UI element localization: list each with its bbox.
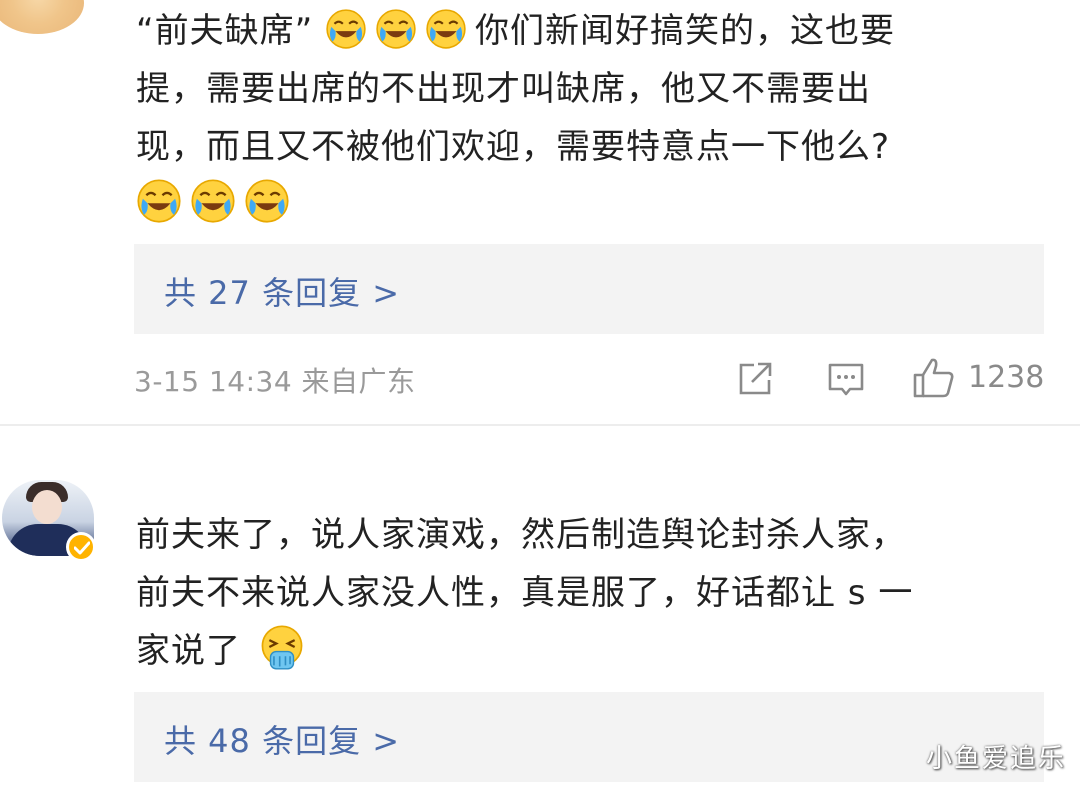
replies-count-label: 共 48 条回复 > (164, 722, 401, 760)
divider (0, 424, 1080, 426)
comment-line: “前夫缺席” 你们新闻好搞笑的，这也要 (136, 2, 1036, 60)
comment-line: 提，需要出席的不出现才叫缺席，他又不需要出 (136, 69, 871, 109)
laugh-cry-icon (137, 179, 181, 223)
laugh-cry-icon (376, 9, 416, 49)
avatar[interactable] (0, 0, 84, 34)
laugh-cry-icon (426, 9, 466, 49)
share-icon[interactable] (736, 360, 774, 398)
verified-badge-icon (66, 532, 96, 562)
comment-line (136, 176, 1036, 232)
comment-line: 前夫不来说人家没人性，真是服了，好话都让 s 一 (136, 573, 914, 613)
view-replies-button[interactable]: 共 27 条回复 > (134, 244, 1044, 334)
vomit-face-icon (261, 625, 303, 670)
quoted-text: “前夫缺席” (136, 11, 314, 51)
comment-body: 前夫来了，说人家演戏，然后制造舆论封杀人家， 前夫不来说人家没人性，真是服了，好… (136, 506, 1036, 680)
replies-count-label: 共 27 条回复 > (164, 274, 401, 312)
like-count: 1238 (968, 360, 1045, 395)
laugh-cry-icon (191, 179, 235, 223)
comment-body: “前夫缺席” 你们新闻好搞笑的，这也要 提，需要出席的不出现才叫缺席，他又不需要… (136, 2, 1036, 232)
comment-line: 前夫来了，说人家演戏，然后制造舆论封杀人家， (136, 515, 906, 555)
comment-line-text: 你们新闻好搞笑的，这也要 (475, 11, 896, 51)
watermark: 小鱼爱追乐 (925, 744, 1066, 774)
comment-icon[interactable] (826, 360, 866, 400)
laugh-cry-icon (245, 179, 289, 223)
comment-timestamp-location: 3-15 14:34 来自广东 (134, 365, 416, 398)
comment-line-text: 家说了 (136, 631, 241, 671)
comment-line: 家说了 (136, 622, 1036, 680)
like-icon[interactable] (912, 356, 956, 400)
laugh-cry-icon (326, 9, 366, 49)
comment-line: 现，而且又不被他们欢迎，需要特意点一下他么? (136, 127, 891, 167)
view-replies-button[interactable]: 共 48 条回复 > (134, 692, 1044, 782)
